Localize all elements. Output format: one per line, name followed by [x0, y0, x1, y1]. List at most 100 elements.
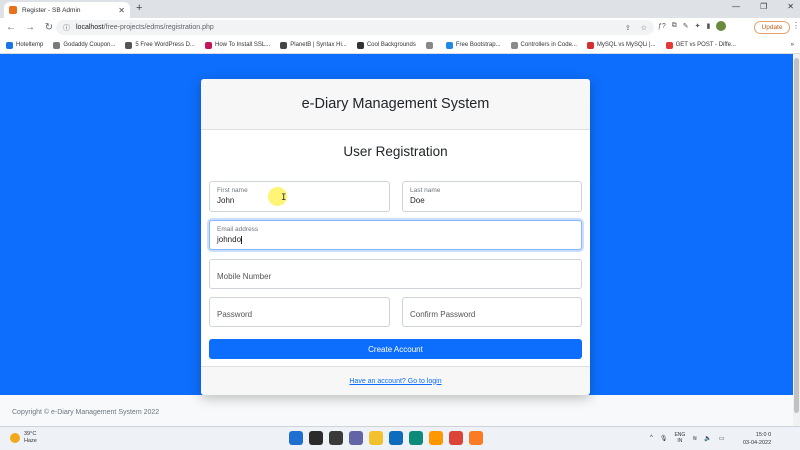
- browser-tab[interactable]: Register - SB Admin ✕: [4, 2, 130, 18]
- new-tab-button[interactable]: +: [136, 2, 142, 14]
- page-viewport: Copyright © e-Diary Management System 20…: [0, 54, 800, 426]
- bookmark-label: PlanetB | Syntax Hi...: [290, 42, 347, 48]
- task-view-icon[interactable]: [329, 431, 343, 445]
- minimize-button[interactable]: —: [732, 2, 740, 11]
- bookmark-item[interactable]: [425, 41, 436, 49]
- tab-close-icon[interactable]: ✕: [118, 6, 125, 15]
- bookmark-item[interactable]: Free Bootstrap...: [445, 41, 501, 49]
- file-explorer-icon[interactable]: [369, 431, 383, 445]
- browser-toolbar: ← → ↻ ⓘ localhost/free-projects/edms/reg…: [0, 18, 800, 37]
- address-bar[interactable]: ⓘ localhost/free-projects/edms/registrat…: [56, 20, 654, 35]
- footer-copyright: Copyright © e-Diary Management System 20…: [12, 409, 160, 416]
- side-panel-icon[interactable]: ▮: [707, 22, 711, 30]
- clock-time: 15:0 0: [755, 432, 772, 438]
- weather-sun-icon: [10, 433, 20, 443]
- volume-icon[interactable]: 🔈: [704, 435, 711, 442]
- search-icon[interactable]: [309, 431, 323, 445]
- sublime-icon[interactable]: [429, 431, 443, 445]
- bookmark-item[interactable]: MySQL vs MySQLi |...: [586, 41, 656, 49]
- bookmarks-bar: Hoteltemp Godaddy Coupon... 5 Free WordPre…: [0, 37, 800, 54]
- language-indicator[interactable]: ENG IN: [674, 432, 685, 444]
- close-window-button[interactable]: ✕: [787, 2, 794, 11]
- bookmark-item[interactable]: How To Install SSL...: [204, 41, 271, 49]
- taskbar: 39°C Haze ^ 🎙 ENG IN ≋ 🔈 ▭ 15:0 0 03-04-…: [0, 426, 800, 450]
- last-name-value: Doe: [410, 196, 425, 205]
- edge-icon[interactable]: [409, 431, 423, 445]
- xampp-icon[interactable]: [469, 431, 483, 445]
- extension-f-icon[interactable]: ƒ?: [658, 23, 666, 30]
- last-name-label: Last name: [410, 187, 441, 194]
- bookmark-favicon-icon: [445, 41, 453, 49]
- bookmark-item[interactable]: Godaddy Coupon...: [53, 41, 116, 49]
- forward-button[interactable]: →: [22, 22, 38, 33]
- site-info-icon[interactable]: ⓘ: [63, 23, 70, 33]
- tab-favicon-icon: [9, 6, 17, 14]
- bookmark-label: Hoteltemp: [16, 42, 44, 48]
- extension-new-icon[interactable]: ⧉: [672, 22, 677, 30]
- page-scrollbar[interactable]: [793, 54, 800, 426]
- scrollbar-thumb[interactable]: [794, 58, 799, 413]
- bookmark-star-icon[interactable]: ☆: [641, 24, 647, 32]
- password-placeholder: Password: [217, 310, 253, 319]
- mobile-number-field[interactable]: Mobile Number: [209, 259, 582, 289]
- url-host: localhost: [76, 24, 104, 31]
- page-footer: Copyright © e-Diary Management System 20…: [0, 395, 793, 426]
- bookmark-favicon-icon: [356, 41, 364, 49]
- browser-tab-strip: Register - SB Admin ✕ + — ❐ ✕: [0, 0, 800, 18]
- reload-button[interactable]: ↻: [41, 22, 57, 33]
- login-link[interactable]: Have an account? Go to login: [349, 378, 441, 385]
- bookmark-favicon-icon: [510, 41, 518, 49]
- chrome-icon[interactable]: [449, 431, 463, 445]
- extensions-puzzle-icon[interactable]: ✦: [695, 22, 701, 30]
- tab-title: Register - SB Admin: [22, 6, 81, 14]
- bookmark-favicon-icon: [6, 41, 13, 49]
- bookmark-label: 5 Free WordPress D...: [135, 42, 195, 48]
- create-account-button[interactable]: Create Account: [209, 339, 582, 359]
- bookmark-favicon-icon: [204, 41, 212, 49]
- profile-avatar[interactable]: [716, 21, 727, 31]
- system-clock[interactable]: 15:0 0 03-04-2022: [743, 431, 771, 447]
- browser-menu-icon[interactable]: ⋮: [792, 21, 800, 30]
- weather-condition: Haze: [24, 438, 37, 444]
- update-button[interactable]: Update: [754, 21, 790, 34]
- card-header: e-Diary Management System: [201, 79, 590, 130]
- maximize-button[interactable]: ❐: [760, 2, 767, 11]
- taskbar-apps: [289, 431, 483, 445]
- email-value: johndo: [217, 235, 242, 244]
- first-name-field[interactable]: First name John: [209, 181, 390, 212]
- bookmark-favicon-icon: [425, 41, 433, 49]
- bookmark-item[interactable]: 5 Free WordPress D...: [125, 41, 195, 49]
- wifi-icon[interactable]: ≋: [692, 435, 697, 442]
- chat-icon[interactable]: [349, 431, 363, 445]
- registration-card: e-Diary Management System User Registrat…: [201, 79, 590, 395]
- back-button[interactable]: ←: [3, 22, 19, 33]
- bookmark-label: Godaddy Coupon...: [63, 42, 116, 48]
- weather-widget[interactable]: 39°C Haze: [10, 431, 37, 445]
- language-bottom: IN: [677, 438, 683, 444]
- email-field[interactable]: Email address johndo: [209, 220, 582, 250]
- bookmark-favicon-icon: [586, 41, 594, 49]
- bookmark-label: How To Install SSL...: [214, 42, 271, 48]
- bookmark-item[interactable]: GET vs POST - Diffe...: [665, 41, 736, 49]
- mail-icon[interactable]: [389, 431, 403, 445]
- bookmark-item[interactable]: Controllers in Code...: [510, 41, 577, 49]
- extension-pen-icon[interactable]: ✎: [683, 22, 689, 30]
- password-field[interactable]: Password: [209, 297, 390, 327]
- bookmark-item[interactable]: PlanetB | Syntax Hi...: [280, 41, 347, 49]
- battery-icon[interactable]: ▭: [719, 435, 725, 442]
- bookmark-favicon-icon: [280, 41, 288, 49]
- share-icon[interactable]: ⇪: [625, 24, 631, 32]
- start-icon[interactable]: [289, 431, 303, 445]
- confirm-password-field[interactable]: Confirm Password: [402, 297, 582, 327]
- all-bookmarks-button[interactable]: »: [791, 42, 794, 48]
- last-name-field[interactable]: Last name Doe: [402, 181, 582, 212]
- bookmark-label: Free Bootstrap...: [455, 42, 501, 48]
- bookmark-item[interactable]: Hoteltemp: [6, 41, 44, 49]
- bookmark-label: GET vs POST - Diffe...: [675, 42, 736, 48]
- tray-chevron-icon[interactable]: ^: [650, 435, 653, 441]
- microphone-icon[interactable]: 🎙: [660, 435, 668, 442]
- text-caret: [241, 235, 243, 244]
- bookmark-item[interactable]: Cool Backgrounds: [356, 41, 416, 49]
- card-footer: Have an account? Go to login: [201, 366, 590, 395]
- bookmark-label: Controllers in Code...: [520, 42, 577, 48]
